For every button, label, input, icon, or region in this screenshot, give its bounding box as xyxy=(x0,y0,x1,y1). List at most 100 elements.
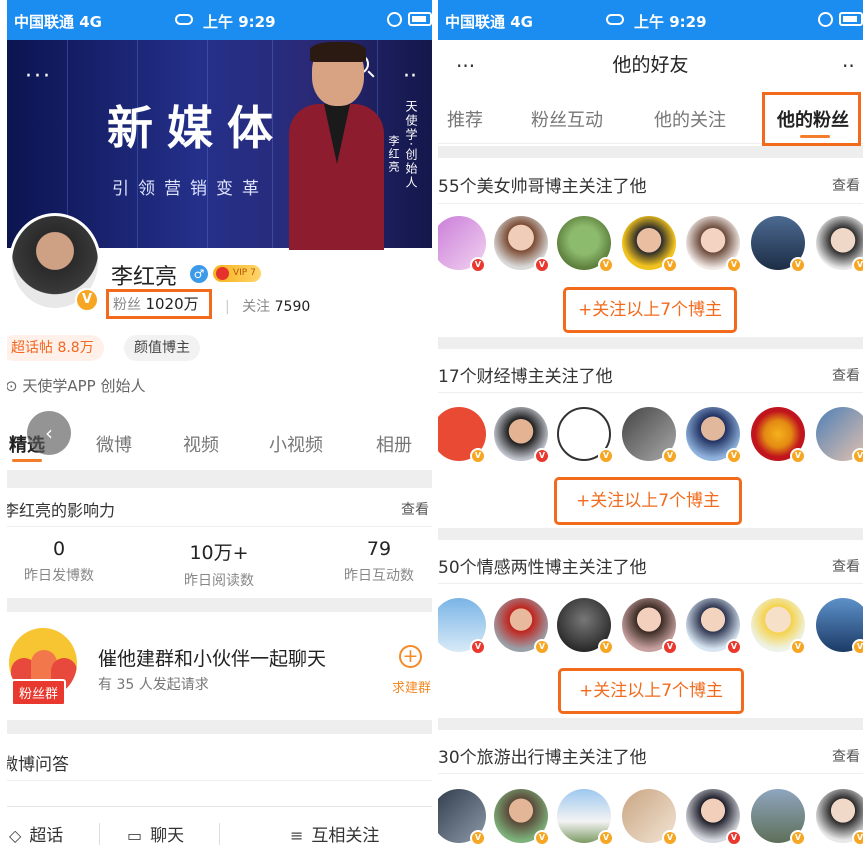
mutual-follow-button[interactable]: ≡ 互相关注 xyxy=(290,821,379,846)
link-icon xyxy=(175,14,193,25)
active-tab-indicator xyxy=(800,135,830,138)
divider xyxy=(438,203,863,204)
list-icon: ≡ xyxy=(290,826,304,845)
chat-button[interactable]: ▭ 聊天 xyxy=(127,821,184,846)
status-bar: 中国联通 4G 上午 9:29 xyxy=(7,0,432,40)
request-group-button[interactable]: 求建群 xyxy=(392,677,431,696)
verified-badge-icon: V xyxy=(470,257,486,273)
see-more-link[interactable]: 查看 xyxy=(832,556,860,576)
see-more-link[interactable]: 查看 xyxy=(832,175,860,195)
tab-his-following[interactable]: 他的关注 xyxy=(654,106,726,132)
divider xyxy=(99,823,100,845)
section-title: 50个情感两性博主关注了他 xyxy=(438,558,647,578)
fans-label: 粉丝 xyxy=(113,297,141,313)
stat-value: 0 xyxy=(52,538,66,560)
banner-portrait xyxy=(289,42,384,250)
verified-badge-icon: V xyxy=(598,639,614,655)
divider xyxy=(219,823,220,845)
divider xyxy=(7,720,432,734)
verified-badge-icon: V xyxy=(852,639,863,655)
verified-badge-icon: V xyxy=(662,448,678,464)
verified-badge-icon: V xyxy=(662,257,678,273)
verified-badge-icon: V xyxy=(790,639,806,655)
bio-text: 天使学APP 创始人 xyxy=(22,377,146,395)
link-icon xyxy=(606,14,624,25)
verified-badge-icon: V xyxy=(726,639,742,655)
verified-badge-icon: V xyxy=(852,830,863,846)
tab-video[interactable]: 视频 xyxy=(183,431,219,457)
influence-see-link[interactable]: 查看 xyxy=(401,499,429,519)
active-tab-indicator xyxy=(12,459,42,462)
tab-recommend[interactable]: 推荐 xyxy=(447,106,483,132)
screenshot-root: 中国联通 4G 上午 9:29 ··· ·· 新媒体 引领营销变革 李红亮 天使… xyxy=(0,0,867,861)
tab-short-video[interactable]: 小视频 xyxy=(269,431,323,457)
tab-weibo[interactable]: 微博 xyxy=(96,431,132,457)
tab-fan-interaction[interactable]: 粉丝互动 xyxy=(531,106,603,132)
friends-panel: 中国联通 4G 上午 9:29 ··· 他的好友 ·· 推荐 粉丝互动 他的关注… xyxy=(438,0,863,861)
stat-value: 10万+ xyxy=(189,542,249,564)
divider xyxy=(438,337,863,349)
verified-badge-icon: V xyxy=(790,830,806,846)
battery-icon xyxy=(408,12,432,26)
banner-vertical-name: 李红亮 xyxy=(387,135,400,174)
clock-label: 上午 9:29 xyxy=(634,13,707,31)
banner-title: 新媒体 xyxy=(107,101,287,155)
verified-badge-icon: V xyxy=(598,830,614,846)
verified-badge-icon: V xyxy=(726,257,742,273)
stat-label: 昨日互动数 xyxy=(344,568,414,584)
fans-count-box[interactable]: 粉丝 1020万 xyxy=(106,289,212,319)
mutual-follow-label: 互相关注 xyxy=(311,826,380,846)
section-title: 55个美女帅哥博主关注了他 xyxy=(438,177,647,197)
rotation-lock-icon xyxy=(387,12,402,27)
rotation-lock-icon xyxy=(818,12,833,27)
tab-album[interactable]: 相册 xyxy=(376,431,412,457)
divider xyxy=(7,526,432,527)
more-menu-icon[interactable]: ··· xyxy=(25,64,52,89)
options-icon[interactable]: ·· xyxy=(403,64,417,89)
verified-badge-icon: V xyxy=(726,448,742,464)
vip-badge[interactable]: VIP 7 xyxy=(213,265,261,282)
divider xyxy=(438,392,863,393)
super-topic-button[interactable]: ◇ 超话 xyxy=(9,821,63,846)
options-icon[interactable]: ·· xyxy=(842,54,855,78)
carrier-label: 中国联通 4G xyxy=(14,13,102,31)
verified-badge-icon: V xyxy=(470,639,486,655)
divider xyxy=(438,773,863,774)
stat-value: 79 xyxy=(366,538,392,560)
bottom-action-bar: ◇ 超话 ▭ 聊天 ≡ 互相关注 xyxy=(7,806,432,861)
verified-badge-icon: V xyxy=(790,257,806,273)
chat-icon: ▭ xyxy=(127,826,143,845)
verified-badge-icon: V xyxy=(662,639,678,655)
verified-badge-icon: V xyxy=(470,830,486,846)
status-bar: 中国联通 4G 上午 9:29 xyxy=(438,0,863,40)
see-more-link[interactable]: 查看 xyxy=(832,365,860,385)
fan-group-badge: 粉丝群 xyxy=(11,679,67,706)
follow-all-button[interactable]: +关注以上7个博主 xyxy=(563,287,737,333)
verified-badge-icon: V xyxy=(598,448,614,464)
add-group-icon[interactable]: + xyxy=(399,645,422,668)
male-gender-icon: ♂ xyxy=(190,265,208,283)
qa-title: 微博问答 xyxy=(7,755,69,775)
influence-title: 李红亮的影响力 xyxy=(7,501,116,520)
following-count[interactable]: | 关注 7590 xyxy=(225,296,310,316)
page-title: 他的好友 xyxy=(612,54,689,76)
verified-badge-icon: V xyxy=(852,448,863,464)
category-tag[interactable]: 颜值博主 xyxy=(124,335,200,361)
verified-badge-icon: V xyxy=(598,257,614,273)
following-number: 7590 xyxy=(274,299,311,315)
following-label: 关注 xyxy=(242,299,271,315)
follow-all-button[interactable]: +关注以上7个博主 xyxy=(554,477,742,525)
back-arrow-icon[interactable]: ‹ xyxy=(27,411,71,455)
see-more-link[interactable]: 查看 xyxy=(832,746,860,766)
verified-badge-icon: V xyxy=(534,830,550,846)
divider xyxy=(7,598,432,612)
clock-label: 上午 9:29 xyxy=(203,13,276,31)
super-topic-icon: ◇ xyxy=(9,826,22,845)
divider xyxy=(7,780,432,781)
super-topic-tag[interactable]: 超话帖 8.8万 xyxy=(7,335,104,361)
follow-all-button[interactable]: +关注以上7个博主 xyxy=(558,668,744,714)
battery-icon xyxy=(839,12,863,26)
fan-group-title: 催他建群和小伙伴一起聊天 xyxy=(98,648,327,670)
profile-name: 李红亮 xyxy=(111,265,178,290)
divider xyxy=(438,583,863,584)
